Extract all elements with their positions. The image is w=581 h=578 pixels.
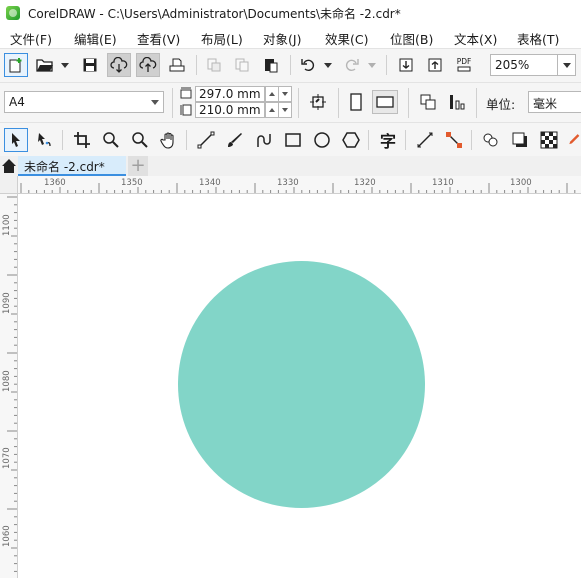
zoom-tool-icon[interactable] [99,128,123,152]
pdf-label: PDF [456,57,472,66]
redo-icon [340,53,364,77]
pen-curve-tool-icon[interactable] [252,128,276,152]
shape-tool-icon[interactable] [33,128,57,152]
redo-dropdown-chevron-icon [367,60,377,70]
height-stepper-down-icon[interactable] [279,102,292,118]
ellipse-tool-icon[interactable] [310,128,334,152]
portrait-orientation-icon[interactable] [344,90,368,114]
menu-layout[interactable]: 布局(L) [201,29,243,48]
ruler-label: 1060 [2,525,12,547]
toolbar-separator [62,130,63,150]
menu-bitmap[interactable]: 位图(B) [390,29,433,48]
ruler-origin-corner[interactable] [0,176,18,194]
artistic-media-tool-icon[interactable] [223,128,247,152]
page-height-icon [178,102,194,118]
pick-tool-icon[interactable] [4,128,28,152]
width-stepper-up-icon[interactable] [265,86,279,102]
current-page-icon[interactable] [445,90,469,114]
ruler-label: 1090 [2,292,12,314]
cut-icon [202,53,226,77]
height-stepper-up-icon[interactable] [265,102,279,118]
zoom-dropdown-chevron-icon[interactable] [558,54,576,76]
toolbar-separator [386,55,387,75]
menu-table[interactable]: 表格(T) [517,29,559,48]
export-icon[interactable] [423,53,447,77]
undo-dropdown-chevron-icon[interactable] [323,60,333,70]
toolbar-separator [290,55,291,75]
units-label: 单位: [486,97,516,112]
ruler-label: 1360 [44,178,66,188]
open-folder-icon[interactable] [33,53,57,77]
save-icon[interactable] [78,53,102,77]
toolbar-separator [196,55,197,75]
page-size-chevron-icon[interactable] [150,97,160,107]
toolbar-separator [405,130,406,150]
ruler-label: 1340 [199,178,221,188]
ruler-label: 1080 [2,370,12,392]
print-icon[interactable] [165,53,189,77]
toolbar-separator [408,88,409,118]
ruler-label: 1070 [2,447,12,469]
width-stepper-down-icon[interactable] [279,86,292,102]
open-dropdown-chevron-icon[interactable] [60,60,70,70]
horizontal-ruler-ticks [20,183,576,193]
toolbar-separator [368,130,369,150]
menu-text[interactable]: 文本(X) [454,29,497,48]
blend-tool-icon[interactable] [479,128,503,152]
all-pages-icon[interactable] [416,90,440,114]
ruler-label: 1330 [277,178,299,188]
ruler-label: 1310 [432,178,454,188]
page-width-field[interactable]: 297.0 mm [195,86,265,102]
circle-shape[interactable] [178,261,425,508]
drop-shadow-tool-icon[interactable] [508,128,532,152]
zoom-level-field[interactable]: 205% [490,54,558,76]
import-icon[interactable] [394,53,418,77]
connector-tool-icon[interactable] [442,128,466,152]
freehand-tool-icon[interactable] [194,128,218,152]
new-document-button[interactable] [4,53,28,77]
undo-icon[interactable] [296,53,320,77]
menu-file[interactable]: 文件(F) [10,29,52,48]
page-width-icon [178,85,194,101]
pan-hand-tool-icon[interactable] [157,128,181,152]
toolbar-separator [186,130,187,150]
polygon-tool-icon[interactable] [339,128,363,152]
rectangle-tool-icon[interactable] [281,128,305,152]
text-tool-icon[interactable]: 字 [376,128,400,152]
paste-icon[interactable] [259,53,283,77]
menu-view[interactable]: 查看(V) [137,29,180,48]
cloud-upload-icon[interactable] [136,53,160,77]
new-tab-button[interactable]: + [128,156,148,176]
zoom-out-tool-icon[interactable] [128,128,152,152]
toolbar-separator [338,88,339,118]
transparency-tool-icon[interactable] [537,128,561,152]
cloud-download-icon[interactable] [107,53,131,77]
eyedropper-tool-icon[interactable] [566,128,581,152]
menu-object[interactable]: 对象(J) [263,29,301,48]
publish-pdf-button[interactable]: PDF [452,53,476,77]
dimension-tool-icon[interactable] [413,128,437,152]
page-height-field[interactable]: 210.0 mm [195,102,265,118]
coreldraw-logo-icon [6,6,20,20]
page-origin-icon[interactable] [306,90,330,114]
ruler-label: 1350 [121,178,143,188]
menu-edit[interactable]: 编辑(E) [74,29,117,48]
toolbar-separator [172,88,173,118]
page-size-preset-dropdown[interactable]: A4 [4,91,164,113]
copy-icon [230,53,254,77]
toolbar-separator [471,130,472,150]
toolbar-separator [476,88,477,118]
units-dropdown[interactable]: 毫米 [528,91,581,113]
crop-tool-icon[interactable] [70,128,94,152]
landscape-orientation-icon[interactable] [372,90,398,114]
ruler-label: 1320 [354,178,376,188]
ruler-label: 1300 [510,178,532,188]
window-title: CorelDRAW - C:\Users\Administrator\Docum… [28,7,401,21]
ruler-label: 1100 [2,214,12,236]
toolbar-separator [298,88,299,118]
menu-effects[interactable]: 效果(C) [325,29,368,48]
document-tab-label: 未命名 -2.cdr* [24,160,105,174]
home-icon[interactable] [0,157,18,175]
